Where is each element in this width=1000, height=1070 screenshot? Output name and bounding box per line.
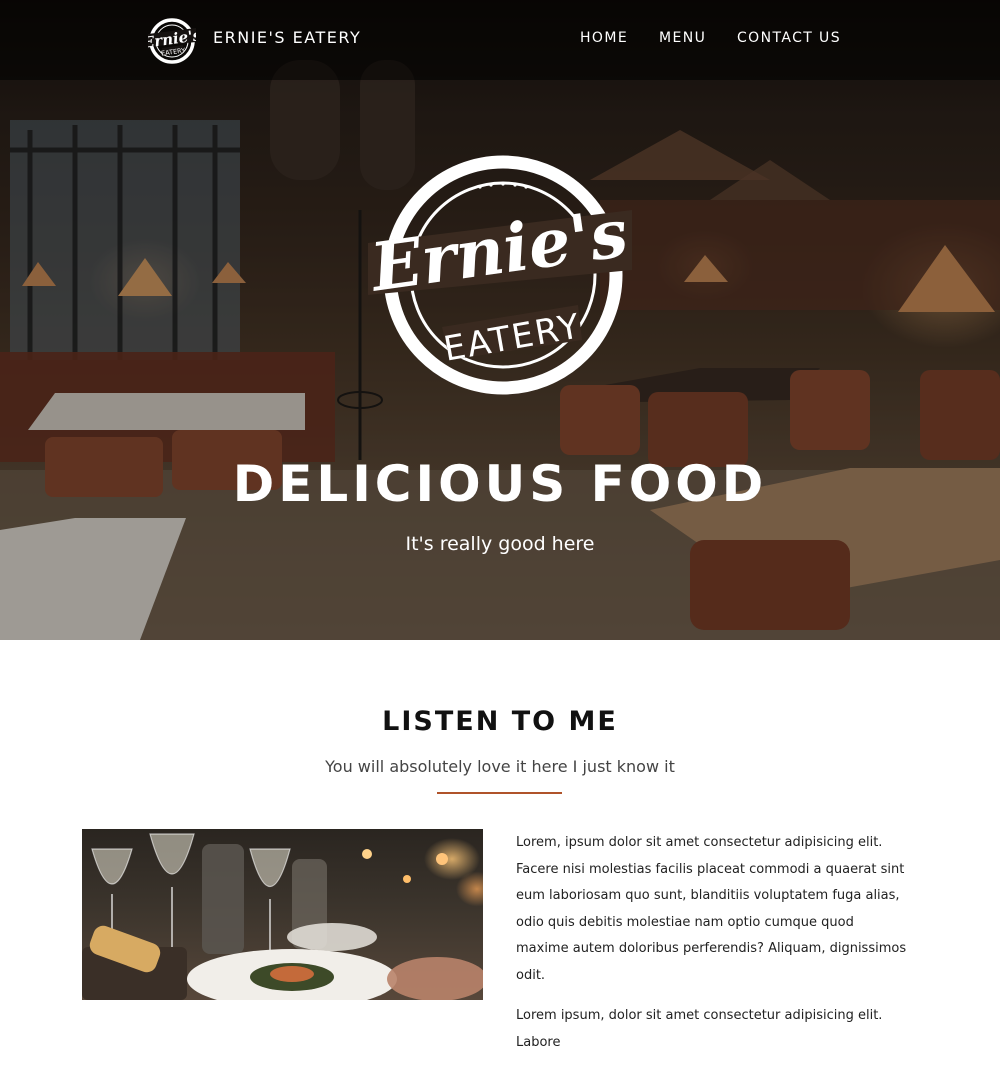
hero-title: DELICIOUS FOOD <box>232 455 768 513</box>
nav-link-contact-us[interactable]: CONTACT US <box>737 30 841 46</box>
hero-section: Ernie's EATERY DELICIOUS FOOD It's reall… <box>0 0 1000 640</box>
body-paragraph-2: Lorem ipsum, dolor sit amet consectetur … <box>516 1008 883 1050</box>
nav-link-home[interactable]: HOME <box>580 30 628 46</box>
dining-photo <box>82 829 483 1000</box>
hero-subtitle: It's really good here <box>405 533 595 555</box>
hero-logo-emblem: Ernie's EATERY <box>364 155 632 395</box>
section-body-text: Lorem, ipsum dolor sit amet consectetur … <box>516 830 908 1070</box>
top-navbar: Ernie's EATERY ERNIE'S EATERY HOME MENU … <box>0 0 1000 80</box>
nav-link-menu[interactable]: MENU <box>659 30 706 46</box>
section-subtitle: You will absolutely love it here I just … <box>325 757 675 776</box>
nav-links: HOME MENU CONTACT US <box>0 30 1000 50</box>
body-paragraph-1: Lorem, ipsum dolor sit amet consectetur … <box>516 835 907 983</box>
dining-photo-scene <box>82 833 483 1000</box>
section-title: LISTEN TO ME <box>382 706 618 737</box>
section-divider <box>437 792 562 794</box>
